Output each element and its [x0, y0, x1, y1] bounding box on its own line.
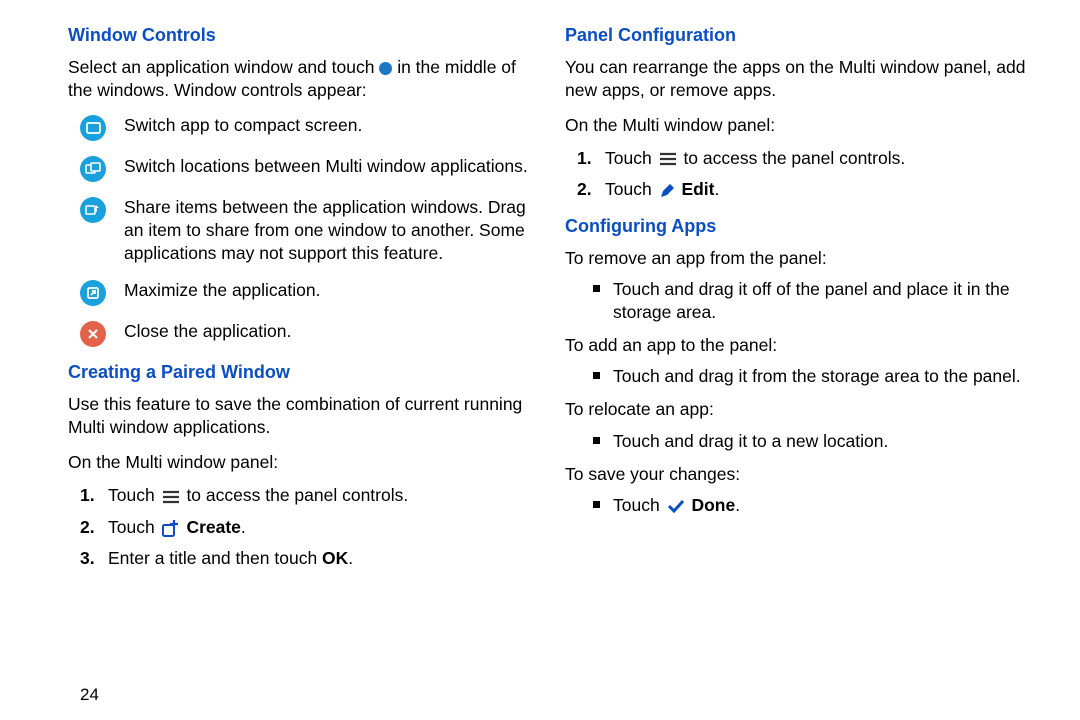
- edit-pencil-icon: [659, 183, 675, 199]
- text: Switch app to compact screen.: [108, 114, 543, 137]
- step-1: 1. Touch to access the panel controls.: [565, 147, 1040, 170]
- text: .: [715, 179, 720, 199]
- step-3: 3. Enter a title and then touch OK.: [68, 547, 543, 570]
- control-item-close: Close the application.: [68, 320, 543, 347]
- list-item: Touch Done.: [565, 494, 1040, 517]
- text: Maximize the application.: [108, 279, 543, 302]
- maximize-icon: [80, 280, 108, 306]
- text: Select an application window and touch: [68, 57, 379, 77]
- remove-app-label: To remove an app from the panel:: [565, 247, 1040, 270]
- text: Enter a title and then touch: [108, 548, 322, 568]
- paired-window-context: On the Multi window panel:: [68, 451, 543, 474]
- step-number: 2.: [80, 516, 95, 539]
- text: Share items between the application wind…: [108, 196, 543, 265]
- left-column: Window Controls Select an application wi…: [68, 20, 543, 700]
- text: Touch: [108, 485, 160, 505]
- text: Touch and drag it off of the panel and p…: [613, 279, 1010, 322]
- control-item-share: Share items between the application wind…: [68, 196, 543, 265]
- right-column: Panel Configuration You can rearrange th…: [565, 20, 1040, 700]
- heading-panel-configuration: Panel Configuration: [565, 24, 1040, 48]
- relocate-app-label: To relocate an app:: [565, 398, 1040, 421]
- edit-label: Edit: [681, 179, 714, 199]
- text: Touch: [605, 179, 657, 199]
- create-plus-icon: [162, 519, 180, 537]
- switch-windows-icon: [80, 156, 108, 182]
- paired-window-steps: 1. Touch to access the panel controls. 2…: [68, 484, 543, 569]
- text: to access the panel controls.: [186, 485, 408, 505]
- text: Touch: [605, 148, 657, 168]
- list-item: Touch and drag it from the storage area …: [565, 365, 1040, 388]
- remove-app-list: Touch and drag it off of the panel and p…: [565, 278, 1040, 324]
- share-windows-icon: [80, 197, 108, 223]
- step-2: 2. Touch Edit.: [565, 178, 1040, 201]
- step-number: 1.: [80, 484, 95, 507]
- heading-window-controls: Window Controls: [68, 24, 543, 48]
- text: Touch and drag it from the storage area …: [613, 366, 1021, 386]
- list-item: Touch and drag it off of the panel and p…: [565, 278, 1040, 324]
- text: .: [735, 495, 740, 515]
- panel-config-intro: You can rearrange the apps on the Multi …: [565, 56, 1040, 102]
- control-item-switch: Switch locations between Multi window ap…: [68, 155, 543, 182]
- text: to access the panel controls.: [683, 148, 905, 168]
- heading-creating-paired-window: Creating a Paired Window: [68, 361, 543, 385]
- step-number: 1.: [577, 147, 592, 170]
- text: .: [348, 548, 353, 568]
- text: Touch and drag it to a new location.: [613, 431, 888, 451]
- close-icon: [80, 321, 108, 347]
- control-item-compact: Switch app to compact screen.: [68, 114, 543, 141]
- text: Switch locations between Multi window ap…: [108, 155, 543, 178]
- step-2: 2. Touch Create.: [68, 516, 543, 539]
- manual-page: Window Controls Select an application wi…: [0, 0, 1080, 720]
- add-app-list: Touch and drag it from the storage area …: [565, 365, 1040, 388]
- text: Close the application.: [108, 320, 543, 343]
- window-controls-intro: Select an application window and touch i…: [68, 56, 543, 102]
- panel-config-steps: 1. Touch to access the panel controls. 2…: [565, 147, 1040, 201]
- page-number: 24: [80, 684, 99, 706]
- save-changes-list: Touch Done.: [565, 494, 1040, 517]
- step-number: 3.: [80, 547, 95, 570]
- text: Touch: [613, 495, 665, 515]
- create-label: Create: [186, 517, 240, 537]
- window-control-dot-icon: [379, 62, 392, 75]
- step-1: 1. Touch to access the panel controls.: [68, 484, 543, 507]
- compact-screen-icon: [80, 115, 108, 141]
- relocate-app-list: Touch and drag it to a new location.: [565, 430, 1040, 453]
- paired-window-intro: Use this feature to save the combination…: [68, 393, 543, 439]
- step-number: 2.: [577, 178, 592, 201]
- text: .: [241, 517, 246, 537]
- done-check-icon: [667, 499, 685, 513]
- text: Touch: [108, 517, 160, 537]
- hamburger-icon: [659, 152, 677, 166]
- hamburger-icon: [162, 490, 180, 504]
- heading-configuring-apps: Configuring Apps: [565, 215, 1040, 239]
- control-item-maximize: Maximize the application.: [68, 279, 543, 306]
- list-item: Touch and drag it to a new location.: [565, 430, 1040, 453]
- save-changes-label: To save your changes:: [565, 463, 1040, 486]
- panel-config-context: On the Multi window panel:: [565, 114, 1040, 137]
- done-label: Done: [691, 495, 735, 515]
- add-app-label: To add an app to the panel:: [565, 334, 1040, 357]
- ok-label: OK: [322, 548, 348, 568]
